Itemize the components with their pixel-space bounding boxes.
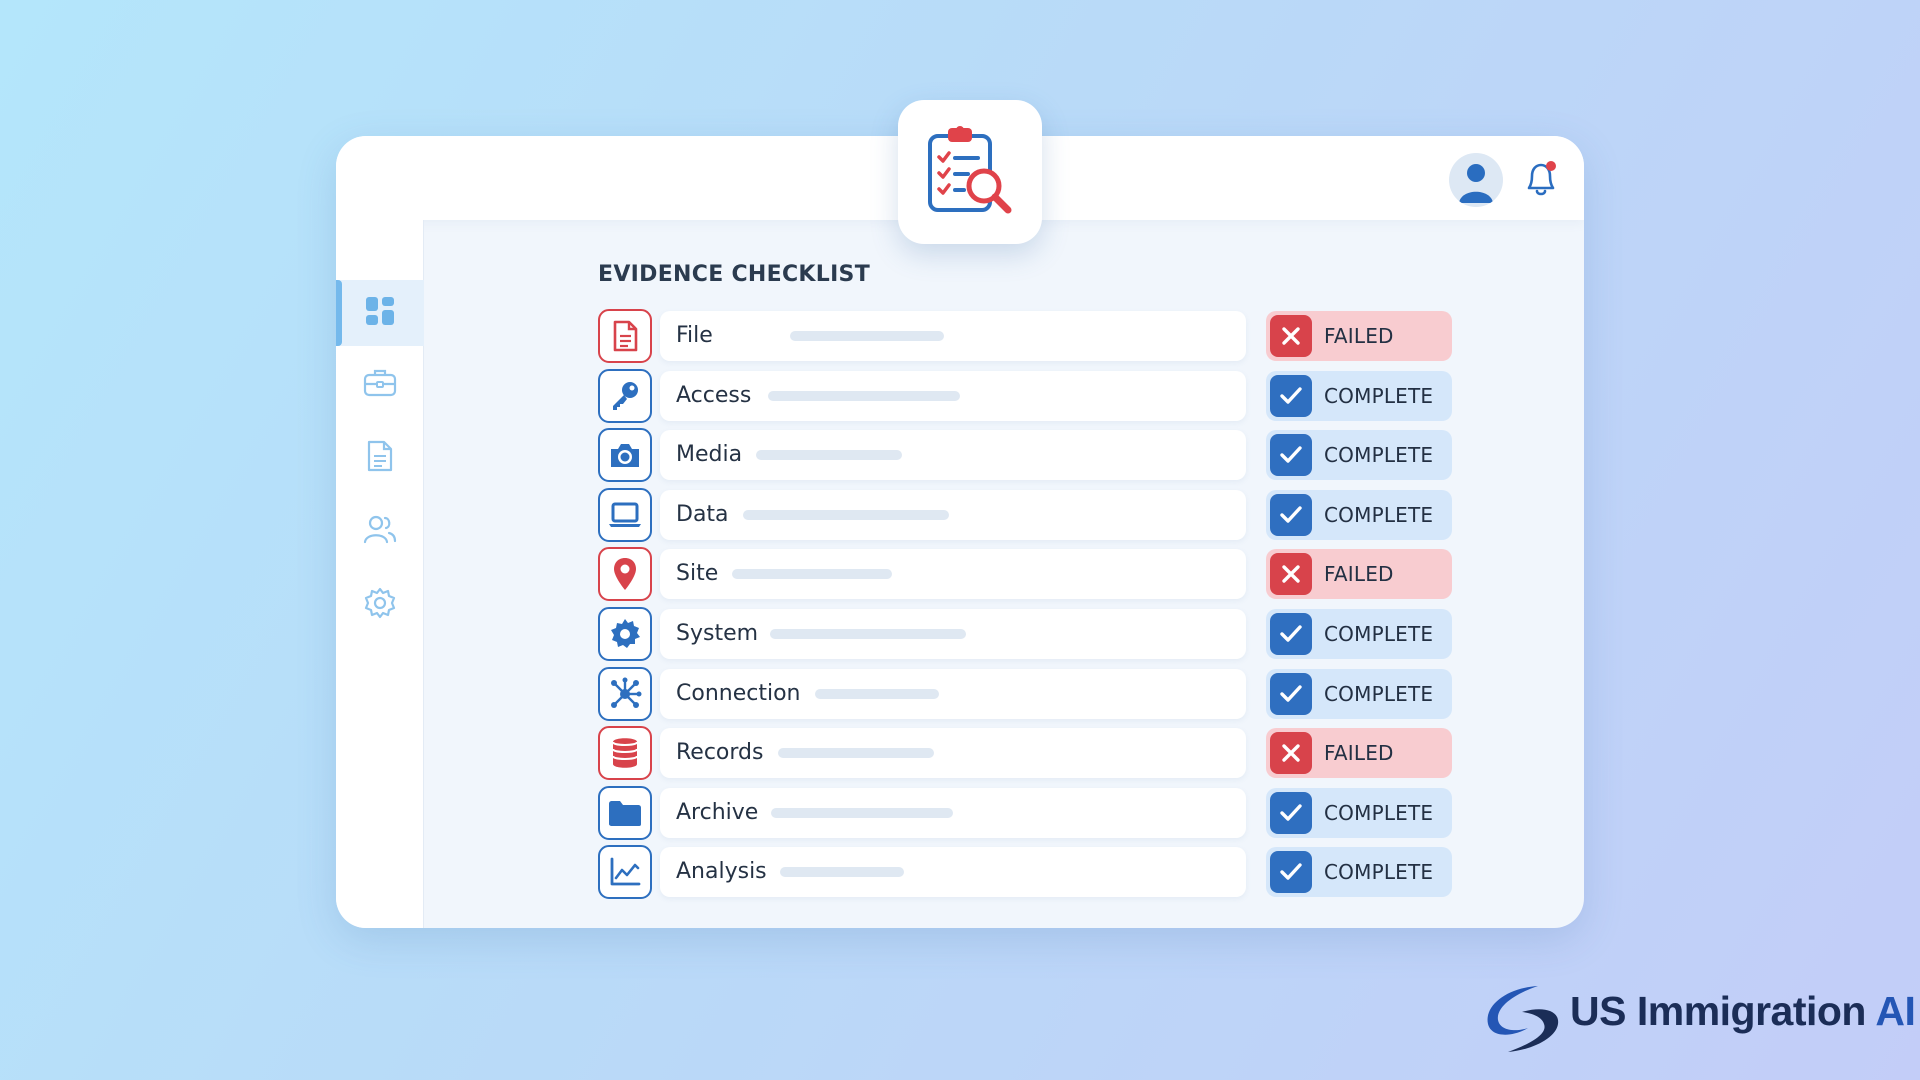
checklist-row[interactable]: Site FAILED — [598, 547, 1454, 602]
status-text: COMPLETE — [1324, 443, 1434, 468]
sidebar-item-dashboard[interactable] — [336, 280, 424, 346]
status-text: COMPLETE — [1324, 502, 1434, 527]
sidebar-item-documents[interactable] — [336, 425, 424, 491]
checklist-item-field[interactable]: Archive — [660, 787, 1246, 838]
briefcase-icon — [363, 366, 397, 402]
checklist-item-label: Media — [676, 442, 743, 468]
location-pin-icon — [598, 547, 652, 602]
status-badge[interactable]: COMPLETE — [1266, 489, 1452, 540]
checklist-row[interactable]: Archive COMPLETE — [598, 785, 1454, 840]
camera-icon — [598, 428, 652, 483]
brand-logo: US Immigration AI — [1478, 980, 1916, 1056]
status-text: FAILED — [1324, 562, 1394, 587]
users-icon — [362, 513, 398, 549]
placeholder-bar — [771, 807, 953, 818]
checklist-row[interactable]: Access COMPLETE — [598, 368, 1454, 423]
file-icon — [598, 309, 652, 363]
checklist-item-field[interactable]: Site — [660, 549, 1246, 600]
checklist-item-field[interactable]: Connection — [660, 668, 1246, 719]
cross-icon — [1270, 732, 1312, 775]
status-badge[interactable]: COMPLETE — [1266, 430, 1452, 481]
line-chart-icon — [598, 845, 652, 900]
clipboard-search-icon — [922, 122, 1018, 222]
checklist-item-label: Analysis — [676, 859, 767, 885]
status-badge[interactable]: COMPLETE — [1266, 668, 1452, 719]
cross-icon — [1270, 553, 1312, 596]
status-badge[interactable]: FAILED — [1266, 311, 1452, 361]
checkmark-icon — [1270, 434, 1312, 477]
checklist-row[interactable]: Connection COMPLETE — [598, 666, 1454, 721]
checklist-row[interactable]: Media COMPLETE — [598, 428, 1454, 483]
checklist-item-label: Site — [676, 561, 719, 587]
checkmark-icon — [1270, 851, 1312, 894]
placeholder-bar — [743, 509, 949, 520]
gear-icon — [598, 607, 652, 661]
checklist-item-field[interactable]: Records — [660, 728, 1246, 779]
dashboard-icon — [364, 295, 396, 331]
checklist-item-field[interactable]: System — [660, 609, 1246, 659]
sidebar-item-users[interactable] — [336, 498, 424, 564]
checkmark-icon — [1270, 791, 1312, 834]
placeholder-bar — [780, 867, 904, 878]
checklist-item-field[interactable]: Media — [660, 430, 1246, 481]
gear-icon — [363, 586, 397, 624]
bell-icon[interactable] — [1521, 158, 1561, 200]
status-text: FAILED — [1324, 741, 1394, 766]
database-icon — [598, 726, 652, 781]
checklist-item-label: Records — [676, 740, 764, 766]
checklist-item-label: Archive — [676, 799, 759, 825]
status-badge[interactable]: COMPLETE — [1266, 609, 1452, 659]
checklist-item-field[interactable]: Analysis — [660, 847, 1246, 898]
checkmark-icon — [1270, 493, 1312, 536]
swoosh-logo-icon — [1487, 986, 1559, 1052]
cross-icon — [1270, 315, 1312, 357]
checklist-item-field[interactable]: Data — [660, 489, 1246, 540]
key-icon — [598, 368, 652, 423]
status-text: FAILED — [1324, 324, 1394, 348]
checklist-row[interactable]: Analysis COMPLETE — [598, 845, 1454, 900]
checklist-badge — [898, 100, 1042, 244]
checklist-item-label: Access — [676, 382, 752, 408]
checkmark-icon — [1270, 672, 1312, 715]
laptop-icon — [598, 487, 652, 542]
checklist-item-field[interactable]: Access — [660, 370, 1246, 421]
checklist-item-field[interactable]: File — [660, 311, 1246, 361]
sidebar-item-briefcase[interactable] — [336, 351, 424, 417]
checklist-item-label: Data — [676, 501, 729, 527]
placeholder-bar — [778, 748, 934, 759]
status-text: COMPLETE — [1324, 383, 1434, 408]
page-title: EVIDENCE CHECKLIST — [598, 262, 871, 287]
status-text: COMPLETE — [1324, 681, 1434, 706]
placeholder-bar — [790, 331, 944, 341]
sidebar — [336, 220, 424, 928]
status-text: COMPLETE — [1324, 860, 1434, 885]
checklist-item-label: Connection — [676, 680, 801, 706]
folder-icon — [598, 785, 652, 840]
status-text: COMPLETE — [1324, 622, 1434, 646]
checkmark-icon — [1270, 374, 1312, 417]
brand-name: US Immigration AI — [1570, 988, 1916, 1034]
status-badge[interactable]: FAILED — [1266, 549, 1452, 600]
status-text: COMPLETE — [1324, 800, 1434, 825]
checklist-row[interactable]: File FAILED — [598, 309, 1454, 363]
status-badge[interactable]: COMPLETE — [1266, 787, 1452, 838]
placeholder-bar — [756, 450, 902, 461]
placeholder-bar — [768, 390, 960, 401]
checklist-row[interactable]: Records FAILED — [598, 726, 1454, 781]
placeholder-bar — [815, 688, 939, 699]
status-badge[interactable]: COMPLETE — [1266, 370, 1452, 421]
checklist-row[interactable]: Data COMPLETE — [598, 487, 1454, 542]
placeholder-bar — [732, 569, 892, 580]
document-icon — [366, 439, 394, 477]
sidebar-item-settings[interactable] — [336, 572, 424, 638]
status-badge[interactable]: COMPLETE — [1266, 847, 1452, 898]
placeholder-bar — [770, 629, 966, 639]
checklist-item-label: File — [676, 323, 713, 348]
status-badge[interactable]: FAILED — [1266, 728, 1452, 779]
user-avatar-icon[interactable] — [1449, 153, 1503, 207]
network-icon — [598, 666, 652, 721]
checklist-row[interactable]: System COMPLETE — [598, 607, 1454, 661]
checkmark-icon — [1270, 613, 1312, 655]
checklist-item-label: System — [676, 621, 759, 646]
